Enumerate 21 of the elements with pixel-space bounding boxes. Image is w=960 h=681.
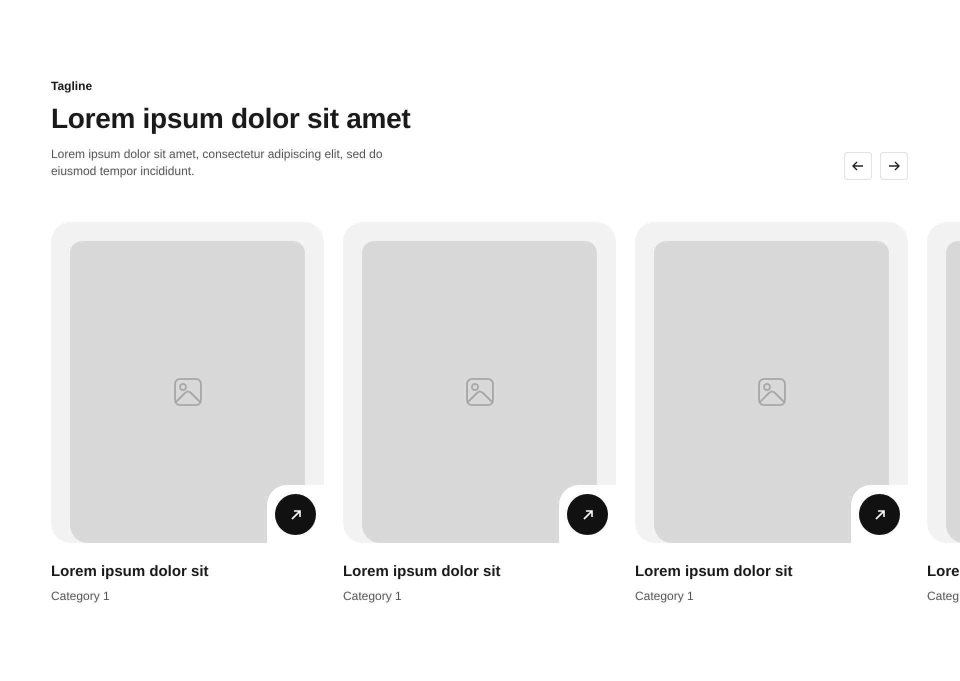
- section-title: Lorem ipsum dolor sit amet: [51, 102, 411, 136]
- arrow-left-icon: [851, 159, 865, 173]
- image-icon: [172, 377, 202, 407]
- arrow-up-right-icon: [874, 508, 886, 520]
- previous-button[interactable]: [844, 152, 872, 180]
- card-title: Lore: [927, 563, 960, 581]
- card-category: Category 1: [51, 589, 111, 604]
- card-title: Lorem ipsum dolor sit: [51, 563, 210, 581]
- image-icon: [756, 377, 786, 407]
- arrow-up-right-icon: [582, 508, 594, 520]
- tagline: Tagline: [51, 78, 94, 94]
- card-category: Categ: [927, 589, 960, 604]
- card-category: Category 1: [343, 589, 403, 604]
- card-title: Lorem ipsum dolor sit: [635, 563, 794, 581]
- arrow-up-right-icon: [290, 508, 302, 520]
- arrow-right-icon: [887, 159, 901, 173]
- section-description: Lorem ipsum dolor sit amet, consectetur adipiscing elit, sed do eiusmod tempor incididunt.: [51, 146, 384, 180]
- card-title: Lorem ipsum dolor sit: [343, 563, 502, 581]
- image-icon: [464, 377, 494, 407]
- card-category: Category 1: [635, 589, 695, 604]
- next-button[interactable]: [880, 152, 908, 180]
